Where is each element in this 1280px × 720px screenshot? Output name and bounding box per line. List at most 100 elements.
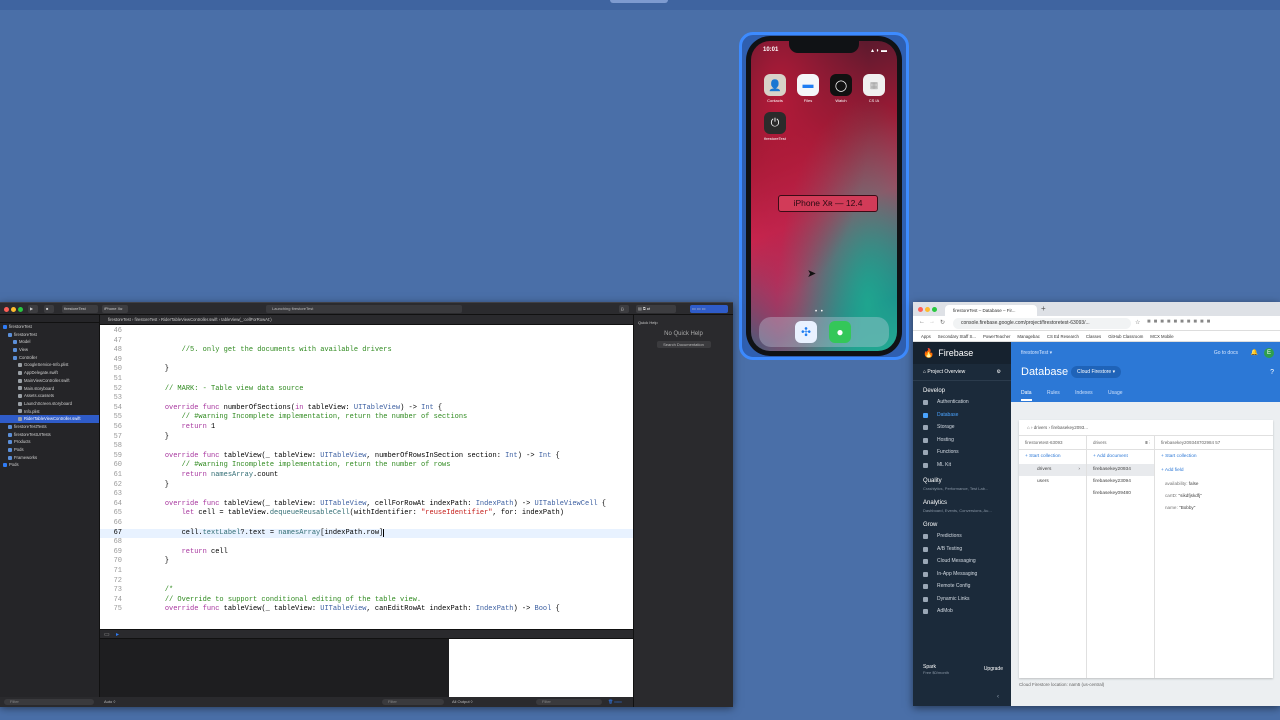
analytics-section-title[interactable]: Analytics: [913, 493, 1011, 508]
navigator-group-item[interactable]: Frameworks: [0, 454, 99, 462]
app-cs-ia[interactable]: ▦ CS IA: [862, 74, 886, 103]
search-documentation-button[interactable]: Search Documentation: [656, 341, 711, 348]
navigator-group-item[interactable]: firestoreTest: [0, 331, 99, 339]
bookmark-item[interactable]: GitHub Classroom: [1108, 334, 1143, 339]
browser-tab[interactable]: firestoreTest – Database – Fir...: [945, 305, 1037, 316]
field-carid[interactable]: carID: "sikdfjskdfj": [1155, 490, 1273, 502]
output-selector[interactable]: All Output ◊: [452, 697, 473, 707]
console-filter-input[interactable]: Filter: [536, 699, 602, 705]
gear-icon[interactable]: ⚙: [997, 369, 1001, 375]
add-document-button[interactable]: + Add document: [1087, 450, 1154, 464]
notifications-bell-icon[interactable]: 🔔: [1251, 349, 1258, 356]
code-line[interactable]: 53: [100, 394, 633, 404]
sidebar-item-authentication[interactable]: Authentication: [913, 396, 1011, 409]
bookmark-item[interactable]: Apps: [921, 334, 931, 339]
console-view-buttons[interactable]: 🗑 ▭▭: [608, 697, 622, 707]
navigator-group-item[interactable]: firestoreTest: [0, 323, 99, 331]
sidebar-item-remote-config[interactable]: Remote Config: [913, 580, 1011, 593]
navigator-tabs[interactable]: [0, 315, 99, 323]
project-selector[interactable]: firestoreTest ▾: [1021, 350, 1052, 356]
bookmark-item[interactable]: Secondary Staff S...: [938, 334, 976, 339]
app-firestoretest[interactable]: ⏻ firestoreTest: [763, 112, 787, 141]
code-line[interactable]: 52 // MARK: - Table view data source: [100, 385, 633, 395]
navigator-file-item[interactable]: MainViewController.swift: [0, 377, 99, 385]
code-line[interactable]: 70 }: [100, 557, 633, 567]
stop-button[interactable]: ■: [44, 305, 54, 313]
code-line[interactable]: 63: [100, 490, 633, 500]
navigator-file-item[interactable]: GoogleService-Info.plist: [0, 361, 99, 369]
breakpoints-icon[interactable]: ▸: [116, 631, 119, 638]
navigator-group-item[interactable]: firestoreTestUITests: [0, 431, 99, 439]
firebase-logo[interactable]: 🔥 Firebase: [913, 342, 1011, 364]
code-line[interactable]: 49: [100, 356, 633, 366]
project-overview-link[interactable]: ⌂ Project Overview ⚙: [913, 364, 1011, 381]
simulator-screen[interactable]: 10:01 ▴ ◗ ▬ 👤 Contacts ▬ Files ◯ Watch ▦…: [751, 41, 897, 351]
document-item[interactable]: firebasekey23094: [1087, 476, 1154, 488]
code-line[interactable]: 57 }: [100, 433, 633, 443]
navigator-file-item[interactable]: LaunchScreen.storyboard: [0, 400, 99, 408]
document-item[interactable]: firebasekey09480: [1087, 488, 1154, 500]
run-button[interactable]: ▶: [28, 305, 38, 313]
app-watch[interactable]: ◯ Watch: [829, 74, 853, 103]
sidebar-item-dynamic-links[interactable]: Dynamic Links: [913, 593, 1011, 606]
bookmark-star-icon[interactable]: ☆: [1135, 319, 1140, 326]
tab-indexes[interactable]: Indexes: [1075, 390, 1093, 396]
bookmark-item[interactable]: MCX Mobile: [1150, 334, 1173, 339]
start-collection-button[interactable]: + Start collection: [1019, 450, 1086, 464]
code-line[interactable]: 60 // #warning Incomplete implementation…: [100, 461, 633, 471]
minimize-window-button[interactable]: [11, 307, 16, 312]
code-line[interactable]: 66: [100, 519, 633, 529]
reload-icon[interactable]: ↻: [940, 319, 945, 326]
messages-icon[interactable]: ●: [829, 321, 851, 343]
code-line[interactable]: 50 }: [100, 365, 633, 375]
code-line[interactable]: 51: [100, 375, 633, 385]
filter-icon[interactable]: ⩩ ⋮: [1145, 436, 1154, 449]
panel-toggle-buttons[interactable]: ▭ ▭ ▭: [690, 305, 728, 313]
code-line[interactable]: 54 override func numberOfSections(in tab…: [100, 404, 633, 414]
app-files[interactable]: ▬ Files: [796, 74, 820, 103]
code-line[interactable]: 64 override func tableView(_ tableView: …: [100, 500, 633, 510]
sidebar-item-database[interactable]: Database: [913, 409, 1011, 422]
editor-mode-button[interactable]: {}: [619, 305, 629, 313]
navigator-group-item[interactable]: firestoreTestTests: [0, 423, 99, 431]
hide-debug-icon[interactable]: ▭: [104, 631, 110, 638]
go-to-docs-link[interactable]: Go to docs: [1214, 350, 1238, 356]
collection-item-users[interactable]: users: [1019, 476, 1086, 488]
navigator-group-item[interactable]: Pods: [0, 446, 99, 454]
develop-section-title[interactable]: Develop: [913, 381, 1011, 396]
zoom-window-button[interactable]: [932, 307, 937, 312]
code-line[interactable]: 59 override func tableView(_ tableView: …: [100, 452, 633, 462]
app-contacts[interactable]: 👤 Contacts: [763, 74, 787, 103]
code-line[interactable]: 55 // #warning Incomplete implementation…: [100, 413, 633, 423]
field-name[interactable]: name: "Bobby": [1155, 502, 1273, 514]
bookmark-item[interactable]: Classes: [1086, 334, 1101, 339]
sidebar-item-predictions[interactable]: Predictions: [913, 530, 1011, 543]
sidebar-item-storage[interactable]: Storage: [913, 421, 1011, 434]
code-line[interactable]: 47: [100, 337, 633, 347]
quality-section-title[interactable]: Quality: [913, 471, 1011, 486]
console-output[interactable]: [449, 639, 633, 697]
code-line[interactable]: 71: [100, 567, 633, 577]
collection-item-drivers[interactable]: drivers ›: [1019, 464, 1086, 476]
sidebar-item-ml-kit[interactable]: ML Kit: [913, 459, 1011, 472]
field-availability[interactable]: availability: false: [1155, 478, 1273, 490]
code-line[interactable]: 58: [100, 442, 633, 452]
document-item[interactable]: firebasekey20934: [1087, 464, 1154, 476]
code-line[interactable]: 56 return 1: [100, 423, 633, 433]
navigator-file-item[interactable]: AppDelegate.swift: [0, 369, 99, 377]
sidebar-item-a-b-testing[interactable]: A/B Testing: [913, 543, 1011, 556]
close-window-button[interactable]: [4, 307, 9, 312]
url-input[interactable]: console.firebase.google.com/project/fire…: [953, 318, 1131, 329]
tab-rules[interactable]: Rules: [1047, 390, 1060, 396]
grow-section-title[interactable]: Grow: [913, 515, 1011, 530]
iphone-simulator[interactable]: 10:01 ▴ ◗ ▬ 👤 Contacts ▬ Files ◯ Watch ▦…: [746, 36, 902, 356]
navigator-filter-input[interactable]: Filter: [4, 699, 94, 705]
help-icon[interactable]: ?: [1270, 369, 1274, 376]
navigator-file-item[interactable]: RiderTableViewController.swift: [0, 415, 99, 423]
auto-selector[interactable]: Auto ◊: [104, 697, 115, 707]
navigator-file-item[interactable]: Assets.xcassets: [0, 392, 99, 400]
navigator-file-item[interactable]: Info.plist: [0, 408, 99, 416]
code-line[interactable]: 65 let cell = tableView.dequeueReusableC…: [100, 509, 633, 519]
tab-data[interactable]: Data: [1021, 390, 1032, 401]
code-line[interactable]: 68: [100, 538, 633, 548]
